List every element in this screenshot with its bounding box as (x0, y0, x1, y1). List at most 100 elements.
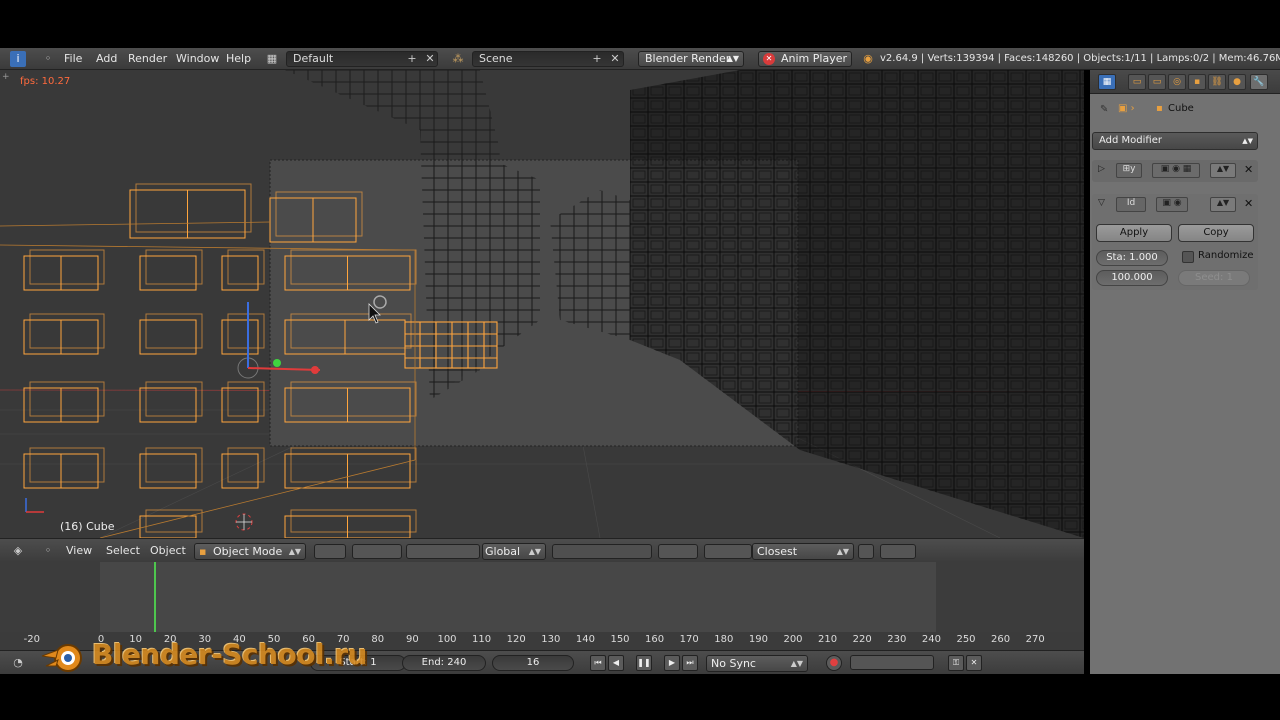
timeline-tick: 250 (956, 634, 976, 645)
timeline-tick: 230 (887, 634, 907, 645)
add-layout-icon[interactable]: + (404, 51, 420, 67)
proportional-edit-toggle[interactable] (658, 544, 698, 559)
delete-keyframe-icon[interactable]: ✕ (966, 655, 982, 671)
timeline-tick: 90 (406, 634, 419, 645)
menu-object[interactable]: Object (150, 539, 186, 563)
collapse-menu-icon[interactable]: ◦ (40, 51, 56, 67)
viewport-scene (0, 70, 1084, 538)
randomize-checkbox[interactable] (1182, 251, 1194, 263)
remove-layout-icon[interactable]: ✕ (422, 51, 438, 67)
viewport-shading-dropdown[interactable] (314, 544, 346, 559)
layer-buttons[interactable] (552, 544, 652, 559)
add-modifier-dropdown[interactable]: Add Modifier ▲▼ (1092, 132, 1258, 150)
menu-view[interactable]: View (66, 539, 92, 563)
sync-mode-dropdown[interactable]: No Sync ▲▼ (706, 655, 808, 672)
scene-name: Scene (479, 52, 513, 65)
editor-type-icon[interactable]: ◔ (10, 655, 26, 671)
constraints-tab-icon[interactable]: ⛓ (1208, 74, 1226, 90)
menu-render[interactable]: Render (128, 48, 167, 70)
dropdown-arrow-icon: ▲▼ (528, 547, 541, 556)
pin-icon[interactable]: ✎ (1100, 104, 1108, 115)
align-rotation-icon[interactable] (858, 544, 874, 559)
timeline-tick: 110 (472, 634, 492, 645)
remove-modifier-icon[interactable]: ✕ (1244, 163, 1253, 176)
scene-tab-icon[interactable]: ▭ (1148, 74, 1166, 90)
pivot-point-dropdown[interactable] (352, 544, 402, 559)
letterbox-bottom (0, 674, 1280, 720)
collapse-arrow-icon[interactable]: ▽ (1098, 198, 1105, 208)
modifier-type-icon: ⊞y (1116, 163, 1142, 178)
object-cube-icon: ▪ (1156, 103, 1163, 114)
timeline-tick: -20 (23, 634, 40, 645)
length-field[interactable]: 100.000 (1096, 270, 1168, 286)
screen-layout-name: Default (293, 52, 334, 65)
snap-toggle[interactable] (704, 544, 752, 559)
object-tab-icon[interactable]: ▪ (1188, 74, 1206, 90)
scene-icon[interactable]: ⁂ (450, 51, 466, 67)
info-header: i ◦ File Add Render Window Help ▦ Defaul… (0, 48, 1280, 70)
world-tab-icon[interactable]: ◎ (1168, 74, 1186, 90)
anim-player-label: Anim Player (781, 52, 847, 65)
mode-dropdown[interactable]: ▪ Object Mode ▲▼ (194, 543, 306, 560)
randomize-label: Randomize (1198, 250, 1254, 261)
insert-keyframe-icon[interactable]: ⚿ (948, 655, 964, 671)
timeline-tick: 260 (991, 634, 1011, 645)
screen-layout-icon[interactable]: ▦ (264, 51, 280, 67)
modifiers-tab-icon[interactable]: 🔧 (1250, 74, 1268, 90)
current-frame-field[interactable]: 16 (492, 655, 574, 671)
area-corner-widget[interactable]: + (2, 72, 10, 82)
record-icon[interactable]: ● (826, 655, 842, 671)
jump-keyframe-forward-icon[interactable]: ▶ (664, 655, 680, 671)
collapse-menu-icon[interactable]: ◦ (40, 543, 56, 559)
expand-arrow-icon[interactable]: ▷ (1098, 164, 1105, 174)
material-tab-icon[interactable]: ● (1228, 74, 1246, 90)
mode-label: Object Mode (213, 545, 283, 558)
render-engine-dropdown[interactable]: Blender Render ▲▼ (638, 51, 744, 67)
jump-start-icon[interactable]: ⏮ (590, 655, 606, 671)
menu-file[interactable]: File (64, 48, 82, 70)
x-axis-gizmo-handle (311, 366, 319, 374)
editor-type-icon[interactable]: ◈ (10, 543, 26, 559)
orientation-dropdown[interactable]: Global ▲▼ (482, 543, 546, 560)
copy-button[interactable]: Copy (1178, 224, 1254, 242)
modifier-visibility-icons[interactable]: ▣ ◉ ▦ (1152, 163, 1200, 178)
timeline-tick: 80 (371, 634, 385, 645)
seed-field[interactable]: Seed: 1 (1178, 270, 1250, 286)
pre-range-shade (0, 562, 100, 632)
modifier-name: Id (1126, 198, 1136, 208)
opengl-render-buttons[interactable] (880, 544, 916, 559)
menu-window[interactable]: Window (176, 48, 219, 70)
anim-player-button[interactable]: ✕ Anim Player (758, 51, 852, 67)
timeline-editor[interactable]: -20 0 10 20 30 40 50 60 70 80 90 100 110 120 130 140 150… (0, 562, 1084, 650)
keying-set-field[interactable] (850, 655, 934, 670)
dropdown-arrow-icon: ▲▼ (836, 547, 849, 556)
start-field[interactable]: Sta: 1.000 (1096, 250, 1168, 266)
move-modifier-icon[interactable]: ▲▼ (1210, 163, 1236, 178)
remove-scene-icon[interactable]: ✕ (607, 51, 623, 67)
pause-icon[interactable]: ❚❚ (636, 655, 652, 671)
remove-modifier-icon[interactable]: ✕ (1244, 197, 1253, 210)
3d-viewport[interactable]: fps: 10.27 (16) Cube + (0, 70, 1084, 538)
right-building-shade (630, 70, 1084, 538)
menu-help[interactable]: Help (226, 48, 251, 70)
menu-add[interactable]: Add (96, 48, 117, 70)
end-frame-field[interactable]: End: 240 (402, 655, 486, 671)
apply-button[interactable]: Apply (1096, 224, 1172, 242)
add-modifier-label: Add Modifier (1099, 135, 1162, 146)
scene-statistics: v2.64.9 | Verts:139394 | Faces:148260 | … (880, 53, 1280, 64)
timeline-tick: 240 (921, 634, 941, 645)
modifier-display-icons[interactable]: ▣ ◉ (1156, 197, 1188, 212)
timeline-area[interactable] (0, 562, 1084, 650)
properties-editor-icon[interactable]: ▦ (1098, 74, 1116, 90)
manipulator-toggles[interactable] (406, 544, 480, 559)
move-modifier-icon[interactable]: ▲▼ (1210, 197, 1236, 212)
snap-target-dropdown[interactable]: Closest ▲▼ (752, 543, 854, 560)
add-scene-icon[interactable]: + (589, 51, 605, 67)
dropdown-arrow-icon: ▲▼ (1242, 137, 1253, 145)
render-tab-icon[interactable]: ▭ (1128, 74, 1146, 90)
jump-keyframe-back-icon[interactable]: ◀ (608, 655, 624, 671)
menu-select[interactable]: Select (106, 539, 140, 563)
modifier-name-field[interactable]: Id (1116, 197, 1146, 212)
jump-end-icon[interactable]: ⏭ (682, 655, 698, 671)
info-editor-icon[interactable]: i (10, 51, 26, 67)
